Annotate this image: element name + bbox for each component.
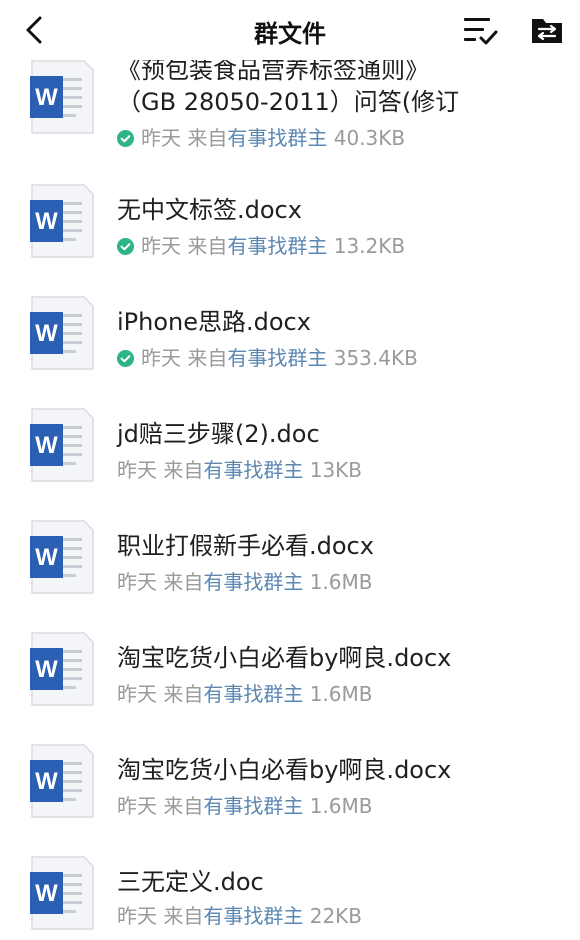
- file-time: 昨天: [117, 794, 157, 818]
- file-meta: 昨天 来自有事找群主 1.6MB: [117, 790, 373, 819]
- file-time: 昨天: [141, 234, 181, 258]
- word-doc-icon: W: [30, 744, 94, 818]
- svg-text:W: W: [35, 208, 58, 235]
- svg-text:W: W: [35, 432, 58, 459]
- file-meta: 昨天 来自有事找群主 353.4KB: [117, 342, 418, 371]
- sort-list-icon[interactable]: [462, 14, 498, 46]
- file-time: 昨天: [117, 682, 157, 706]
- file-source: 来自: [187, 234, 228, 258]
- svg-text:W: W: [35, 880, 58, 907]
- downloaded-check-icon: [117, 350, 134, 367]
- file-name: 淘宝吃货小白必看by啊良.docx: [117, 756, 452, 784]
- file-source: 来自: [163, 458, 204, 482]
- back-chevron-icon[interactable]: [18, 12, 54, 48]
- svg-text:W: W: [35, 656, 58, 683]
- file-source: 来自: [163, 794, 204, 818]
- word-doc-icon: W: [30, 632, 94, 706]
- file-name: 职业打假新手必看.docx: [117, 532, 374, 560]
- file-source: 来自: [163, 682, 204, 706]
- file-owner-link[interactable]: 有事找群主: [203, 682, 303, 706]
- top-nav-bar: 群文件: [0, 0, 580, 60]
- svg-text:W: W: [35, 768, 58, 795]
- file-owner-link[interactable]: 有事找群主: [227, 346, 327, 370]
- file-owner-link[interactable]: 有事找群主: [203, 794, 303, 818]
- file-size: 353.4KB: [333, 346, 418, 370]
- word-doc-icon: W: [30, 408, 94, 482]
- file-name: 无中文标签.docx: [117, 196, 302, 224]
- file-source: 来自: [163, 570, 204, 594]
- file-owner-link[interactable]: 有事找群主: [203, 904, 303, 928]
- file-size: 1.6MB: [309, 682, 373, 706]
- file-size: 40.3KB: [333, 126, 406, 150]
- word-doc-icon: W: [30, 856, 94, 930]
- file-item[interactable]: W iPhone思路.docx 昨天 来自有事找群主 353.4KB: [0, 282, 580, 394]
- word-doc-icon: W: [30, 296, 94, 370]
- file-meta: 昨天 来自有事找群主 1.6MB: [117, 678, 373, 707]
- file-size: 13KB: [309, 458, 363, 482]
- svg-text:W: W: [35, 320, 58, 347]
- file-source: 来自: [163, 904, 204, 928]
- file-name: 淘宝吃货小白必看by啊良.docx: [117, 644, 452, 672]
- file-owner-link[interactable]: 有事找群主: [227, 234, 327, 258]
- file-meta: 昨天 来自有事找群主 40.3KB: [117, 122, 405, 151]
- file-owner-link[interactable]: 有事找群主: [203, 570, 303, 594]
- file-time: 昨天: [117, 904, 157, 928]
- file-name: iPhone思路.docx: [117, 308, 311, 336]
- file-item[interactable]: W 无中文标签.docx 昨天 来自有事找群主 13.2KB: [0, 170, 580, 282]
- folder-icon[interactable]: [530, 14, 564, 46]
- file-source: 来自: [187, 346, 228, 370]
- file-meta: 昨天 来自有事找群主 13.2KB: [117, 230, 405, 259]
- file-source: 来自: [187, 126, 228, 150]
- file-time: 昨天: [141, 346, 181, 370]
- file-item[interactable]: W jd赔三步骤(2).doc 昨天 来自有事找群主 13KB: [0, 394, 580, 506]
- word-doc-icon: W: [30, 520, 94, 594]
- file-item[interactable]: W 《预包装食品营养标签通则》 （GB 28050-2011）问答(修订 昨天 …: [0, 46, 580, 158]
- word-doc-icon: W: [30, 60, 94, 134]
- file-owner-link[interactable]: 有事找群主: [203, 458, 303, 482]
- file-size: 1.6MB: [309, 570, 373, 594]
- file-meta: 昨天 来自有事找群主 22KB: [117, 900, 362, 929]
- file-name: jd赔三步骤(2).doc: [117, 420, 320, 448]
- file-time: 昨天: [117, 570, 157, 594]
- file-list[interactable]: W 《预包装食品营养标签通则》 （GB 28050-2011）问答(修订 昨天 …: [0, 0, 580, 940]
- file-name: 三无定义.doc: [117, 868, 264, 896]
- file-item[interactable]: W 淘宝吃货小白必看by啊良.docx 昨天 来自有事找群主 1.6MB: [0, 730, 580, 842]
- svg-text:W: W: [35, 544, 58, 571]
- file-item[interactable]: W 淘宝吃货小白必看by啊良.docx 昨天 来自有事找群主 1.6MB: [0, 618, 580, 730]
- file-item[interactable]: W 三无定义.doc 昨天 来自有事找群主 22KB: [0, 842, 580, 940]
- file-size: 22KB: [309, 904, 363, 928]
- file-time: 昨天: [141, 126, 181, 150]
- file-item[interactable]: W 职业打假新手必看.docx 昨天 来自有事找群主 1.6MB: [0, 506, 580, 618]
- file-meta: 昨天 来自有事找群主 1.6MB: [117, 566, 373, 595]
- file-owner-link[interactable]: 有事找群主: [227, 126, 327, 150]
- word-doc-icon: W: [30, 184, 94, 258]
- file-size: 13.2KB: [333, 234, 406, 258]
- file-size: 1.6MB: [309, 794, 373, 818]
- file-name-line2: （GB 28050-2011）问答(修订: [117, 88, 460, 116]
- file-time: 昨天: [117, 458, 157, 482]
- downloaded-check-icon: [117, 238, 134, 255]
- downloaded-check-icon: [117, 130, 134, 147]
- svg-text:W: W: [35, 84, 58, 111]
- file-meta: 昨天 来自有事找群主 13KB: [117, 454, 362, 483]
